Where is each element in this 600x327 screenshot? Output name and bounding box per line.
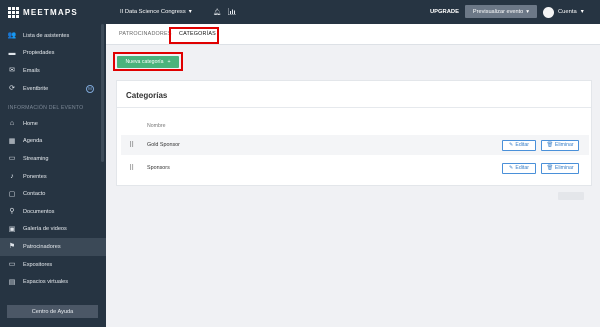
- sidebar-item-label: Emails: [23, 67, 40, 74]
- sidebar-item-propiedades[interactable]: ▬ Propiedades: [0, 45, 106, 63]
- trash-icon: 🗑︎: [546, 142, 553, 148]
- microphone-icon: ♪: [10, 173, 14, 181]
- sidebar-item-home[interactable]: ⌂ Home: [0, 115, 106, 133]
- sidebar-item-label: Patrocinadores: [23, 243, 61, 250]
- delete-label: Eliminar: [554, 142, 574, 148]
- topbar: II Data Science Congress ▾ 🔔︎ UPGRADE Pr…: [106, 0, 600, 24]
- sidebar-item-espacios-virtuales[interactable]: ▤ Espacios virtuales: [0, 273, 106, 291]
- new-category-button[interactable]: Nueva categoría +: [117, 56, 179, 68]
- users-icon: 👥: [7, 32, 17, 40]
- mail-icon: ✉: [9, 67, 15, 75]
- paperclip-icon: ⚲: [9, 208, 15, 216]
- sidebar-item-expositores[interactable]: ▭ Expositores: [0, 256, 106, 274]
- sidebar-item-label: Home: [23, 120, 38, 127]
- folder-icon: ▬: [8, 49, 16, 57]
- help-center-button[interactable]: Centro de Ayuda: [7, 305, 98, 318]
- upgrade-link[interactable]: UPGRADE: [430, 9, 459, 15]
- edit-label: Editar: [515, 165, 529, 171]
- preview-event-button[interactable]: Previsualizar evento ▾: [465, 5, 537, 18]
- chat-icon: ▢: [8, 190, 16, 198]
- sidebar-item-label: Expositores: [23, 261, 53, 268]
- event-selector[interactable]: II Data Science Congress ▾: [120, 9, 192, 15]
- sidebar-item-label: Agenda: [23, 138, 43, 145]
- edit-icon: ✎: [509, 165, 514, 171]
- sidebar-item-agenda[interactable]: ▦ Agenda: [0, 133, 106, 151]
- sidebar-scrollbar[interactable]: [101, 24, 104, 162]
- sidebar: MEETMAPS 👥 Lista de asistentes ▬ Propiedade…: [0, 0, 106, 327]
- sidebar-item-ponentes[interactable]: ♪ Ponentes: [0, 168, 106, 186]
- delete-button[interactable]: 🗑︎ Eliminar: [541, 162, 579, 174]
- sidebar-item-label: Contacto: [23, 191, 46, 198]
- sync-icon: ⟳: [9, 85, 15, 93]
- table-row: ⠿ Gold Sponsor ✎ Editar 🗑︎ Eliminar: [121, 135, 589, 155]
- logo-icon: [8, 6, 19, 18]
- video-icon: ▣: [8, 225, 16, 233]
- edit-label: Editar: [515, 142, 529, 148]
- categories-card: Categorías Nombre ⠿ Gold Sponsor ✎ Edita…: [116, 80, 592, 186]
- plus-icon: +: [167, 59, 171, 65]
- disabled-button[interactable]: [558, 192, 584, 200]
- home-icon: ⌂: [9, 120, 15, 128]
- sidebar-item-eventbrite[interactable]: ⟳ Eventbrite M: [0, 80, 106, 98]
- table-row: ⠿ Sponsors ✎ Editar 🗑︎ Eliminar: [121, 158, 589, 178]
- account-label: Cuenta: [558, 9, 577, 15]
- column-header-name: Nombre: [147, 123, 166, 129]
- stats-icon[interactable]: [227, 7, 236, 17]
- drag-handle-icon[interactable]: ⠿: [129, 164, 134, 172]
- edit-icon: ✎: [509, 142, 514, 148]
- chevron-down-icon: ▾: [526, 8, 530, 15]
- sidebar-item-documentos[interactable]: ⚲ Documentos: [0, 203, 106, 221]
- tab-highlight-box: [169, 27, 219, 44]
- tab-bar: PATROCINADORES CATEGORÍAS: [106, 24, 600, 45]
- chevron-down-icon: ▾: [188, 9, 192, 15]
- streaming-icon: ▭: [8, 155, 16, 163]
- preview-event-label: Previsualizar evento: [472, 8, 524, 15]
- delete-label: Eliminar: [554, 165, 574, 171]
- sidebar-item-label: Streaming: [23, 155, 49, 162]
- event-name: II Data Science Congress: [120, 9, 186, 15]
- monitor-icon: ▭: [8, 261, 16, 269]
- logo[interactable]: MEETMAPS: [0, 0, 106, 24]
- sidebar-top-nav: 👥 Lista de asistentes ▬ Propiedades ✉ Emails ⟳…: [0, 27, 106, 97]
- sidebar-item-galería-de-videos[interactable]: ▣ Galería de videos: [0, 221, 106, 239]
- sidebar-item-patrocinadores[interactable]: ⚑ Patrocinadores: [0, 238, 106, 256]
- sidebar-item-label: Documentos: [23, 208, 55, 215]
- map-icon: ▤: [8, 278, 16, 286]
- sidebar-item-contacto[interactable]: ▢ Contacto: [0, 185, 106, 203]
- row-name: Gold Sponsor: [147, 142, 180, 148]
- row-name: Sponsors: [147, 165, 170, 171]
- sidebar-item-emails[interactable]: ✉ Emails: [0, 62, 106, 80]
- sidebar-item-label: Ponentes: [23, 173, 47, 180]
- brand-name: MEETMAPS: [23, 7, 78, 17]
- tab-patrocinadores[interactable]: PATROCINADORES: [119, 31, 172, 37]
- sidebar-event-nav: ⌂ Home ▦ Agenda ▭ Streaming ♪ Ponentes ▢ Contacto…: [0, 115, 106, 291]
- account-menu[interactable]: Cuenta ▾: [543, 6, 584, 18]
- flag-icon: ⚑: [8, 243, 16, 251]
- sidebar-item-label: Espacios virtuales: [23, 279, 69, 286]
- new-category-label: Nueva categoría: [125, 59, 164, 65]
- trash-icon: 🗑︎: [546, 165, 553, 171]
- calendar-icon: ▦: [8, 137, 16, 145]
- sidebar-item-label: Lista de asistentes: [23, 32, 70, 39]
- eventbrite-badge: M: [86, 84, 94, 93]
- sidebar-item-label: Galería de videos: [23, 226, 67, 233]
- divider: [117, 107, 591, 108]
- bell-icon[interactable]: 🔔︎: [213, 8, 221, 16]
- sidebar-item-lista-de-asistentes[interactable]: 👥 Lista de asistentes: [0, 27, 106, 45]
- sidebar-item-label: Eventbrite: [23, 85, 49, 92]
- chevron-down-icon: ▾: [580, 9, 584, 15]
- sidebar-item-streaming[interactable]: ▭ Streaming: [0, 150, 106, 168]
- edit-button[interactable]: ✎ Editar: [502, 139, 536, 151]
- card-title: Categorías: [126, 91, 168, 100]
- section-label: INFORMACIÓN DEL EVENTO: [8, 105, 84, 111]
- sidebar-item-label: Propiedades: [23, 50, 55, 57]
- avatar: [543, 6, 554, 18]
- drag-handle-icon[interactable]: ⠿: [129, 141, 134, 149]
- delete-button[interactable]: 🗑︎ Eliminar: [541, 139, 579, 151]
- edit-button[interactable]: ✎ Editar: [502, 162, 536, 174]
